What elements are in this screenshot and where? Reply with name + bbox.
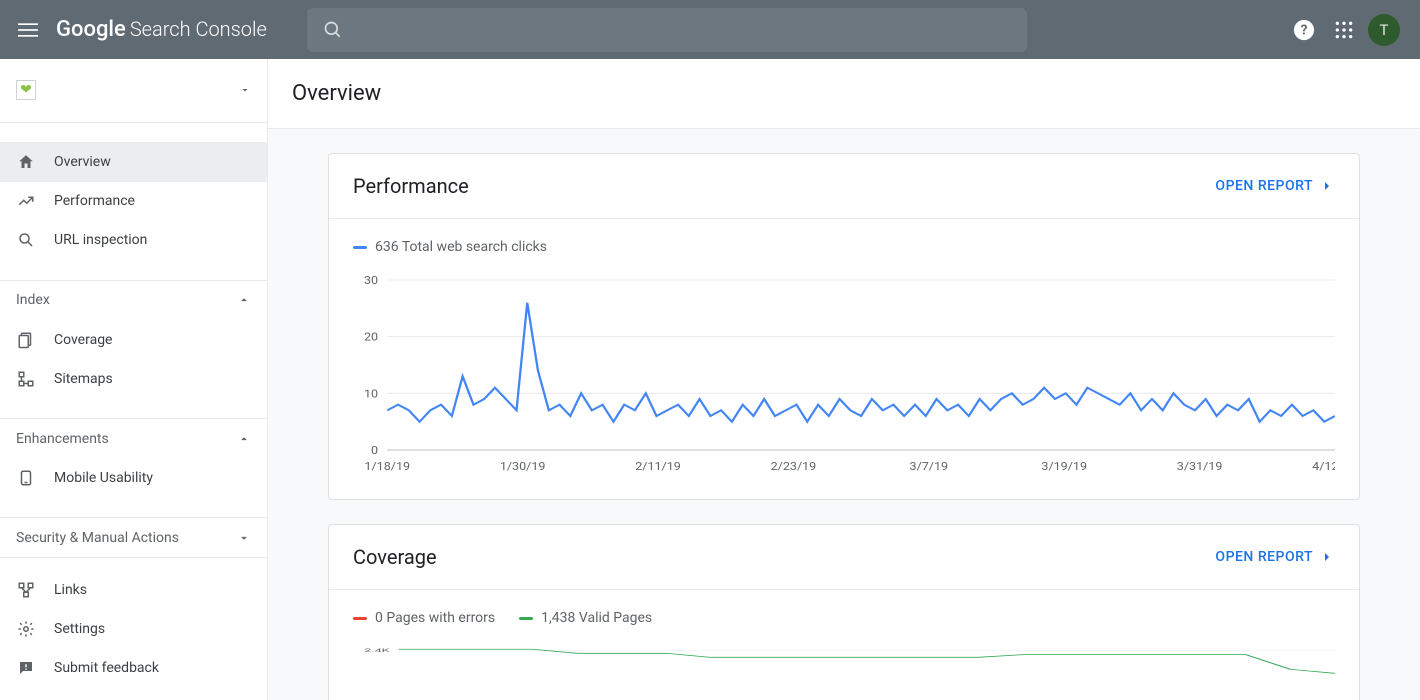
sitemaps-icon	[16, 370, 36, 388]
open-report-label: OPEN REPORT	[1215, 549, 1313, 565]
sidebar-item-settings[interactable]: Settings	[0, 610, 267, 649]
sidebar-item-label: Settings	[54, 621, 105, 637]
swatch-red	[353, 617, 367, 620]
svg-text:10: 10	[364, 387, 378, 400]
open-report-link[interactable]: OPEN REPORT	[1215, 549, 1335, 565]
sidebar-item-label: Submit feedback	[54, 660, 159, 676]
menu-icon[interactable]	[16, 18, 40, 42]
sidebar-item-url-inspection[interactable]: URL inspection	[0, 221, 267, 260]
legend-item-valid: 1,438 Valid Pages	[519, 610, 652, 626]
legend-item-errors: 0 Pages with errors	[353, 610, 495, 626]
svg-text:4/12/19: 4/12/19	[1312, 460, 1335, 473]
sidebar-item-label: Coverage	[54, 332, 112, 348]
sidebar-item-coverage[interactable]: Coverage	[0, 320, 267, 359]
sidebar-item-label: Performance	[54, 193, 135, 209]
heart-icon: ❤	[16, 80, 36, 100]
sidebar-item-feedback[interactable]: Submit feedback	[0, 649, 267, 688]
home-icon	[16, 153, 36, 171]
performance-icon	[16, 192, 36, 210]
chevron-right-icon	[1319, 549, 1335, 565]
search-icon	[16, 231, 36, 249]
phone-icon	[16, 469, 36, 487]
chevron-right-icon	[1319, 178, 1335, 194]
logo-google: Google	[56, 17, 126, 42]
logo-product: Search Console	[130, 17, 267, 41]
gear-icon	[16, 620, 36, 638]
apps-icon[interactable]	[1324, 10, 1364, 50]
coverage-card: Coverage OPEN REPORT 0 Pages with errors	[328, 524, 1360, 700]
sidebar-item-label: Links	[54, 582, 87, 598]
sidebar-section-index[interactable]: Index	[0, 281, 267, 320]
card-title: Coverage	[353, 545, 437, 569]
card-title: Performance	[353, 174, 469, 198]
sidebar-item-performance[interactable]: Performance	[0, 182, 267, 221]
performance-chart: 0 10 20 30 1/18/19 1/30/19 2/11/19 2/23/19 3/7/1…	[353, 275, 1335, 475]
section-label: Enhancements	[16, 431, 109, 447]
coverage-icon	[16, 331, 36, 349]
svg-text:30: 30	[364, 275, 378, 287]
section-label: Security & Manual Actions	[16, 530, 179, 546]
property-selector[interactable]: ❤	[0, 59, 267, 122]
main-content: Overview Performance OPEN REPORT 636 Tot…	[268, 59, 1420, 700]
svg-text:?: ?	[1301, 22, 1308, 38]
svg-text:2/23/19: 2/23/19	[771, 460, 817, 473]
sidebar-item-label: URL inspection	[54, 232, 147, 248]
svg-text:2/11/19: 2/11/19	[635, 460, 681, 473]
chevron-up-icon	[237, 293, 251, 307]
swatch-green	[519, 617, 533, 620]
avatar-letter: T	[1368, 14, 1400, 46]
chevron-down-icon	[239, 84, 251, 96]
search-input[interactable]	[307, 8, 1027, 52]
links-icon	[16, 581, 36, 599]
sidebar-section-enhancements[interactable]: Enhancements	[0, 419, 267, 458]
sidebar-item-links[interactable]: Links	[0, 570, 267, 609]
coverage-chart: 2.4K	[353, 646, 1335, 700]
legend-item-clicks: 636 Total web search clicks	[353, 239, 547, 255]
account-avatar[interactable]: T	[1364, 10, 1404, 50]
svg-text:0: 0	[371, 444, 378, 457]
sidebar-item-mobile-usability[interactable]: Mobile Usability	[0, 458, 267, 497]
svg-text:2.4K: 2.4K	[364, 648, 389, 653]
svg-text:1/30/19: 1/30/19	[500, 460, 546, 473]
page-title: Overview	[268, 59, 1420, 129]
search-icon	[323, 20, 343, 40]
open-report-link[interactable]: OPEN REPORT	[1215, 178, 1335, 194]
svg-text:1/18/19: 1/18/19	[364, 460, 410, 473]
sidebar-item-label: Overview	[54, 154, 111, 170]
swatch-blue	[353, 246, 367, 249]
svg-text:3/19/19: 3/19/19	[1041, 460, 1087, 473]
product-logo: Google Search Console	[56, 17, 267, 42]
sidebar-item-label: Mobile Usability	[54, 470, 153, 486]
section-label: Index	[16, 292, 50, 308]
feedback-icon	[16, 659, 36, 677]
open-report-label: OPEN REPORT	[1215, 178, 1313, 194]
svg-text:20: 20	[364, 330, 378, 343]
svg-text:3/31/19: 3/31/19	[1177, 460, 1223, 473]
sidebar-item-overview[interactable]: Overview	[0, 142, 267, 181]
svg-text:3/7/19: 3/7/19	[910, 460, 949, 473]
sidebar: ❤ Overview Performance URL inspection In…	[0, 59, 268, 700]
performance-card: Performance OPEN REPORT 636 Total web se…	[328, 153, 1360, 500]
chevron-down-icon	[237, 531, 251, 545]
app-header: Google Search Console ? T	[0, 0, 1420, 59]
help-icon[interactable]: ?	[1284, 10, 1324, 50]
sidebar-item-sitemaps[interactable]: Sitemaps	[0, 359, 267, 398]
chevron-up-icon	[237, 432, 251, 446]
sidebar-item-label: Sitemaps	[54, 371, 113, 387]
sidebar-section-security[interactable]: Security & Manual Actions	[0, 518, 267, 557]
